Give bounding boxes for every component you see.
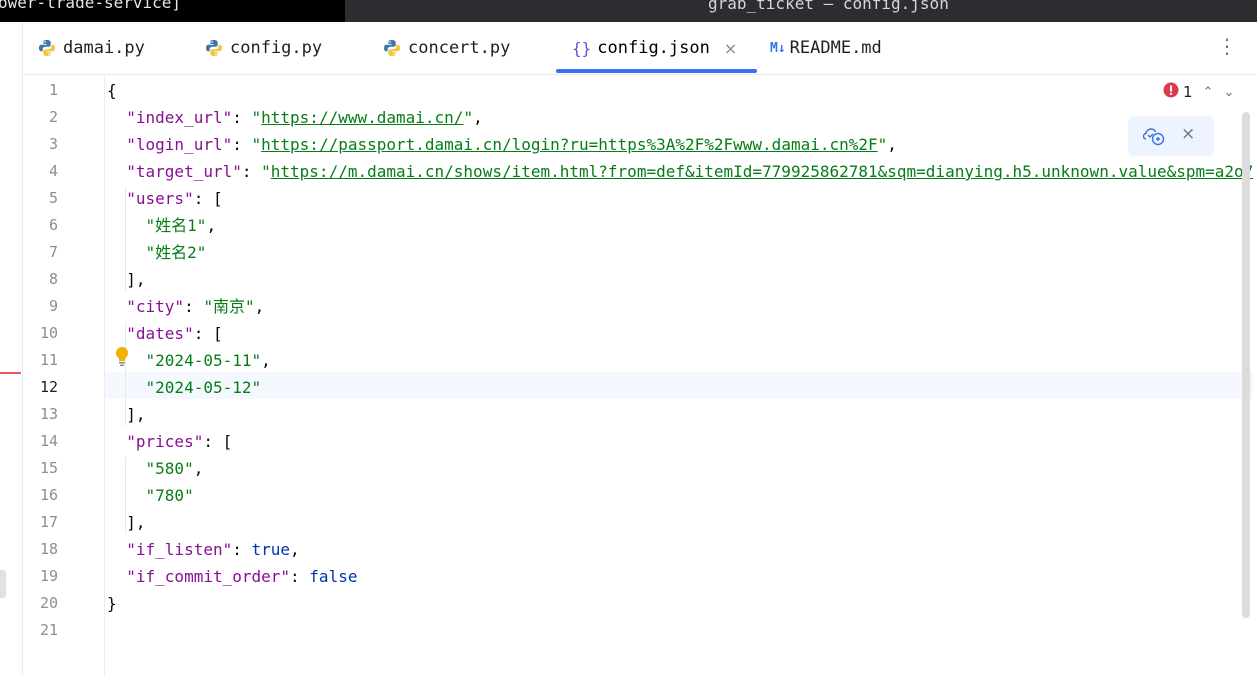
line-number: 1 [48, 81, 58, 99]
side-handle[interactable] [0, 570, 6, 598]
code-line: "2024-05-11", [145, 351, 271, 370]
line-number: 8 [48, 270, 58, 288]
code-line: ], [107, 270, 146, 289]
terminal-title: ower-trade-service] [0, 0, 345, 22]
code-line: "2024-05-12" [145, 378, 262, 397]
code-editor[interactable]: { "index_url": "https://www.damai.cn/", … [107, 75, 1253, 676]
line-number: 4 [48, 162, 58, 180]
line-number: 14 [39, 432, 58, 450]
more-options-icon[interactable]: ⋮ [1217, 36, 1237, 56]
tab-damai-py[interactable]: damai.py [37, 22, 145, 74]
tab-label: concert.py [408, 38, 511, 58]
code-line: { [107, 81, 117, 100]
tab-readme-md[interactable]: M↓ README.md [770, 22, 882, 74]
code-line: "login_url": "https://passport.damai.cn/… [126, 135, 897, 154]
tab-label: config.json [597, 38, 710, 58]
tab-config-py[interactable]: config.py [204, 22, 322, 74]
tab-label: README.md [789, 38, 882, 58]
error-count: 1 [1183, 83, 1193, 101]
line-number: 6 [48, 216, 58, 234]
code-line: "prices": [ [126, 432, 233, 451]
line-number: 2 [48, 108, 58, 126]
code-line: ], [107, 405, 146, 424]
previous-problem-icon[interactable]: ⌃ [1203, 85, 1214, 100]
close-tab-icon[interactable]: × [724, 39, 737, 58]
line-number: 15 [39, 459, 58, 477]
code-line: "target_url": "https://m.damai.cn/shows/… [126, 162, 1253, 181]
tab-label: damai.py [63, 38, 145, 58]
indent-guide [125, 187, 126, 291]
indent-guide [125, 457, 126, 534]
line-number-gutter: 1 2 3 4 5 6 7 8 9 10 11 12 13 14 15 16 17 18 19 20 21 [23, 75, 104, 676]
vertical-scrollbar[interactable] [1242, 112, 1250, 618]
line-number: 13 [39, 405, 58, 423]
code-line: "姓名2" [145, 243, 207, 262]
line-number: 5 [48, 189, 58, 207]
code-line: ], [107, 513, 146, 532]
editor-tab-bar: damai.py config.py concert.py {} config.… [23, 22, 1257, 75]
line-number: 21 [39, 621, 58, 639]
code-line: "780" [145, 486, 194, 505]
next-problem-icon[interactable]: ⌄ [1223, 85, 1234, 100]
code-line: "姓名1", [145, 216, 217, 235]
close-popup-icon[interactable]: × [1181, 124, 1195, 144]
line-number: 9 [48, 297, 58, 315]
tab-label: config.py [230, 38, 323, 58]
line-number: 3 [48, 135, 58, 153]
python-icon [37, 38, 57, 58]
line-number: 12 [39, 378, 58, 396]
code-line: "city": "南京", [126, 297, 265, 316]
tab-config-json[interactable]: {} config.json × [572, 22, 737, 74]
line-number: 19 [39, 567, 58, 585]
code-line: } [107, 594, 117, 613]
active-tab-indicator [556, 69, 757, 73]
indent-guide [125, 322, 126, 426]
line-number: 20 [39, 594, 58, 612]
error-icon [1163, 82, 1179, 102]
code-line: "index_url": "https://www.damai.cn/", [126, 108, 483, 127]
ai-assistant-popup: × [1128, 116, 1214, 156]
inspection-widget[interactable]: 1 ⌃ ⌄ [1163, 82, 1234, 102]
ai-sync-icon[interactable] [1142, 126, 1165, 150]
line-number: 11 [39, 351, 58, 369]
markdown-icon: M↓ [770, 40, 786, 56]
gutter-divider [104, 75, 105, 676]
line-number: 17 [39, 513, 58, 531]
window-title: grab_ticket – config.json [708, 0, 949, 13]
code-line: "580", [145, 459, 204, 478]
python-icon [382, 38, 402, 58]
line-number: 7 [48, 243, 58, 261]
terminal-title-text: ower-trade-service] [0, 0, 182, 12]
lightbulb-icon[interactable] [114, 346, 130, 372]
line-number: 10 [39, 324, 58, 342]
line-number: 18 [39, 540, 58, 558]
change-marker [0, 372, 21, 374]
title-bar: ower-trade-service] grab_ticket – config… [0, 0, 1257, 22]
code-line: "if_listen": true, [126, 540, 300, 559]
line-number: 16 [39, 486, 58, 504]
tab-concert-py[interactable]: concert.py [382, 22, 510, 74]
code-line: "if_commit_order": false [126, 567, 358, 586]
python-icon [204, 38, 224, 58]
json-braces-icon: {} [572, 38, 592, 58]
